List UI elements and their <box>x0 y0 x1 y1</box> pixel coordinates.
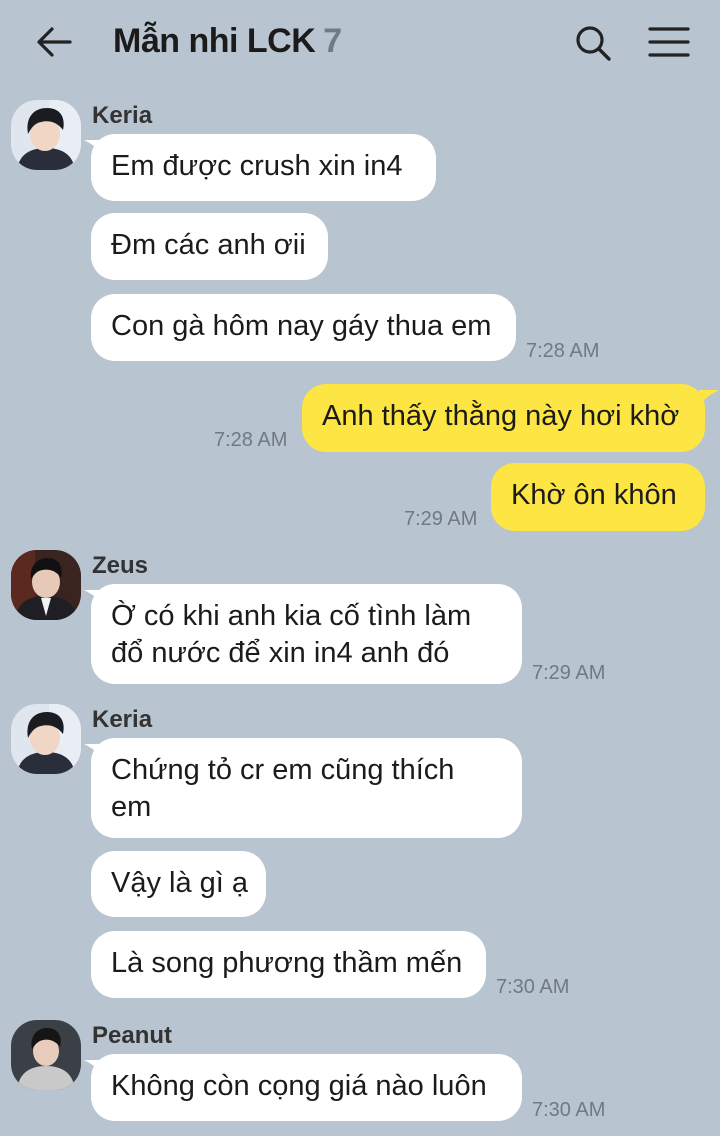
back-button[interactable] <box>30 20 78 64</box>
message-bubble[interactable]: Em được crush xin in4 <box>91 134 436 201</box>
message-timestamp: 7:28 AM <box>214 429 288 451</box>
message-timestamp: 7:28 AM <box>526 340 600 362</box>
message-line: Chứng tỏ cr em cũng thích <box>111 754 455 786</box>
message-timestamp: 7:30 AM <box>532 1099 606 1121</box>
chat-title: Mẫn nhi LCK 7 <box>113 22 342 61</box>
message-bubble[interactable]: Chứng tỏ cr em cũng thích em <box>91 738 522 838</box>
sender-name: Keria <box>92 706 153 733</box>
message-bubble[interactable]: Con gà hôm nay gáy thua em <box>91 294 516 361</box>
avatar-keria[interactable] <box>11 100 81 170</box>
avatar-keria[interactable] <box>11 704 81 774</box>
message-line: em <box>111 791 152 823</box>
chat-header: Mẫn nhi LCK 7 <box>0 0 720 86</box>
message-timestamp: 7:29 AM <box>404 508 478 530</box>
sender-name: Zeus <box>92 552 149 579</box>
message-timestamp: 7:29 AM <box>532 662 606 684</box>
message-line: Ờ có khi anh kia cố tình làm <box>111 600 472 632</box>
profile-photo-icon <box>11 1020 81 1090</box>
message-bubble[interactable]: Vậy là gì ạ <box>91 851 266 917</box>
profile-photo-icon <box>11 550 81 620</box>
my-message-bubble[interactable]: Anh thấy thằng này hơi khờ <box>302 384 705 452</box>
bubble-tail <box>699 390 719 406</box>
group-name: Mẫn nhi LCK <box>113 22 316 60</box>
avatar-zeus[interactable] <box>11 550 81 620</box>
message-bubble[interactable]: Là song phương thầm mến <box>91 931 486 998</box>
message-bubble[interactable]: Đm các anh ơii <box>91 213 328 280</box>
avatar-peanut[interactable] <box>11 1020 81 1090</box>
search-button[interactable] <box>570 20 616 66</box>
menu-button[interactable] <box>646 20 692 66</box>
my-message-bubble[interactable]: Khờ ôn khôn <box>491 463 705 531</box>
message-bubble[interactable]: Ờ có khi anh kia cố tình làm đổ nước để … <box>91 584 522 684</box>
search-icon <box>576 26 611 61</box>
message-bubble[interactable]: Không còn cọng giá nào luôn <box>91 1054 522 1121</box>
hamburger-menu-icon <box>648 27 690 57</box>
profile-photo-icon <box>11 704 81 774</box>
member-count: 7 <box>323 22 342 60</box>
message-timestamp: 7:30 AM <box>496 976 570 998</box>
sender-name: Peanut <box>92 1022 173 1049</box>
sender-name: Keria <box>92 102 153 129</box>
profile-photo-icon <box>11 100 81 170</box>
arrow-left-icon <box>37 27 72 57</box>
message-line: đổ nước để xin in4 anh đó <box>111 637 450 669</box>
